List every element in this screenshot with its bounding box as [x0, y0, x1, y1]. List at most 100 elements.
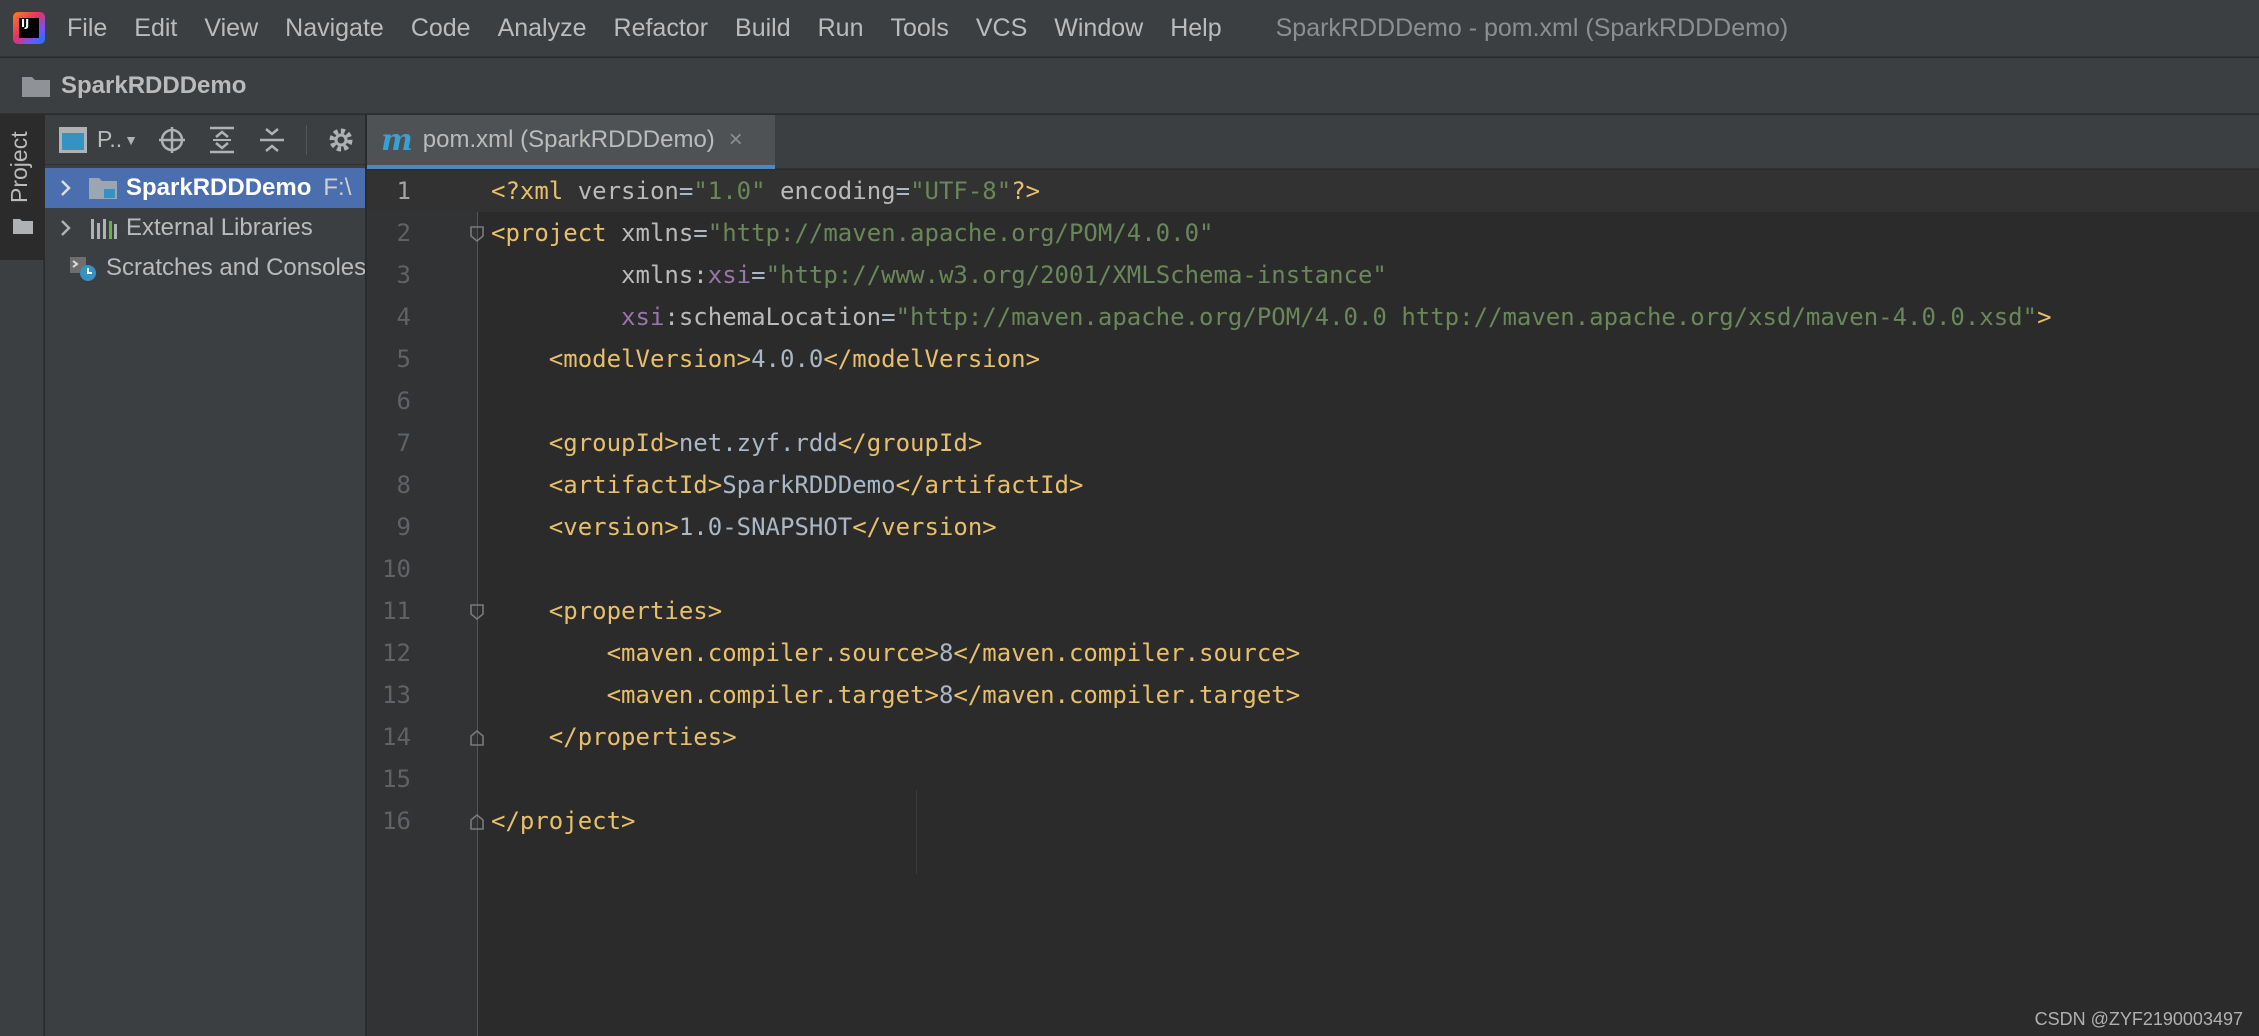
- code-token: =: [895, 177, 911, 205]
- menu-code[interactable]: Code: [411, 14, 471, 43]
- menu-window[interactable]: Window: [1054, 14, 1143, 43]
- code-token: net.zyf.rdd: [678, 429, 838, 457]
- code-text: <maven.compiler.target>8</maven.compiler…: [491, 674, 1301, 716]
- line-number: 13: [382, 681, 411, 709]
- folder-icon: [12, 217, 34, 235]
- code-text: <artifactId>SparkRDDDemo</artifactId>: [491, 464, 1084, 506]
- collapse-all-icon[interactable]: [256, 124, 288, 156]
- code-editor[interactable]: 1 <?xml version="1.0" encoding="UTF-8"?> 2…: [367, 170, 2259, 1036]
- code-text: </properties>: [491, 716, 737, 758]
- watermark: CSDN @ZYF2190003497: [2034, 1009, 2243, 1029]
- code-line[interactable]: 3 xmlns:xsi="http://www.w3.org/2001/XMLS…: [367, 254, 2259, 296]
- code-line[interactable]: 8 <artifactId>SparkRDDDemo</artifactId>: [367, 464, 2259, 506]
- code-token: =: [693, 219, 708, 247]
- code-line[interactable]: 7 <groupId>net.zyf.rdd</groupId>: [367, 422, 2259, 464]
- fold-close-icon[interactable]: [469, 813, 485, 831]
- code-line[interactable]: 10: [367, 548, 2259, 590]
- code-line[interactable]: 6: [367, 380, 2259, 422]
- code-token: "http://maven.apache.org/POM/4.0.0 http:…: [895, 303, 2038, 331]
- code-line[interactable]: 5 <modelVersion>4.0.0</modelVersion>: [367, 338, 2259, 380]
- expand-all-icon[interactable]: [206, 124, 238, 156]
- code-token: </artifactId>: [895, 471, 1084, 499]
- project-tool-tab-label: Project: [6, 131, 32, 204]
- code-token: <version>: [491, 513, 679, 541]
- project-view-icon[interactable]: [59, 126, 87, 153]
- code-token: <modelVersion>: [491, 345, 752, 373]
- fold-close-icon[interactable]: [469, 729, 485, 747]
- line-number: 4: [396, 303, 411, 331]
- code-token: 4.0.0: [751, 345, 824, 373]
- menu-analyze[interactable]: Analyze: [498, 14, 587, 43]
- tree-item-path: F:\: [323, 174, 352, 201]
- locate-file-icon[interactable]: [156, 124, 188, 156]
- gear-icon[interactable]: [325, 124, 357, 156]
- menu-refactor[interactable]: Refactor: [614, 14, 708, 43]
- module-folder-icon: [88, 175, 118, 201]
- chevron-right-icon[interactable]: [56, 219, 76, 237]
- code-token: encoding: [765, 177, 896, 205]
- fold-open-icon[interactable]: [469, 603, 485, 621]
- tree-item-label: External Libraries: [126, 214, 313, 241]
- code-token: xsi: [707, 261, 752, 289]
- line-number: 10: [382, 555, 411, 583]
- code-token: </modelVersion>: [823, 345, 1041, 373]
- chevron-down-icon[interactable]: ▼: [124, 132, 138, 148]
- code-token: <maven.compiler.target>: [491, 681, 939, 709]
- tree-item-label: SparkRDDDemo: [126, 174, 312, 201]
- code-text: <groupId>net.zyf.rdd</groupId>: [491, 422, 983, 464]
- code-token: 8: [938, 681, 954, 709]
- project-view-selector[interactable]: P..: [97, 126, 122, 153]
- line-number: 12: [382, 639, 411, 667]
- menu-tools[interactable]: Tools: [890, 14, 948, 43]
- code-token: </maven.compiler.target>: [953, 681, 1301, 709]
- line-number: 3: [396, 261, 411, 289]
- code-line[interactable]: 13 <maven.compiler.target>8</maven.compi…: [367, 674, 2259, 716]
- code-line[interactable]: 14 </properties>: [367, 716, 2259, 758]
- code-text: </project>: [491, 800, 636, 842]
- code-token: ?>: [1011, 177, 1041, 205]
- code-line[interactable]: 4 xsi:schemaLocation="http://maven.apach…: [367, 296, 2259, 338]
- menu-help[interactable]: Help: [1170, 14, 1221, 43]
- code-line[interactable]: 12 <maven.compiler.source>8</maven.compi…: [367, 632, 2259, 674]
- intellij-logo-icon[interactable]: IJ: [13, 12, 45, 44]
- code-text: xsi:schemaLocation="http://maven.apache.…: [491, 296, 2052, 338]
- indent-guide: [916, 790, 917, 874]
- code-token: </properties>: [491, 723, 737, 751]
- code-line[interactable]: 15: [367, 758, 2259, 800]
- tree-item-scratches[interactable]: Scratches and Consoles: [45, 248, 365, 288]
- tab-pom-xml[interactable]: m pom.xml (SparkRDDDemo) ×: [367, 115, 775, 169]
- toolbar-divider: [306, 124, 308, 155]
- close-icon[interactable]: ×: [729, 126, 743, 154]
- code-text: xmlns:xsi="http://www.w3.org/2001/XMLSch…: [491, 254, 1387, 296]
- menu-run[interactable]: Run: [818, 14, 864, 43]
- menu-view[interactable]: View: [204, 14, 258, 43]
- menu-navigate[interactable]: Navigate: [285, 14, 384, 43]
- chevron-right-icon[interactable]: [56, 179, 76, 197]
- line-number: 16: [382, 807, 411, 835]
- project-tree: SparkRDDDemo F:\ External Libraries Scra…: [45, 165, 365, 288]
- menu-vcs[interactable]: VCS: [976, 14, 1027, 43]
- folder-icon: [21, 74, 51, 98]
- code-token: </maven.compiler.source>: [953, 639, 1301, 667]
- menu-bar: IJ File Edit View Navigate Code Analyze …: [0, 0, 2259, 57]
- code-line[interactable]: 11 <properties>: [367, 590, 2259, 632]
- code-token: version: [577, 177, 679, 205]
- fold-open-icon[interactable]: [469, 225, 485, 243]
- code-line[interactable]: 9 <version>1.0-SNAPSHOT</version>: [367, 506, 2259, 548]
- tree-item-sparkrdddemo[interactable]: SparkRDDDemo F:\: [45, 168, 365, 208]
- project-tool-tab[interactable]: Project: [0, 115, 44, 260]
- breadcrumb-project[interactable]: SparkRDDDemo: [61, 72, 246, 100]
- menu-edit[interactable]: Edit: [134, 14, 177, 43]
- menu-build[interactable]: Build: [735, 14, 791, 43]
- line-number: 8: [396, 471, 411, 499]
- tree-item-label: Scratches and Consoles: [106, 254, 365, 281]
- library-icon: [88, 215, 118, 241]
- tree-item-external-libraries[interactable]: External Libraries: [45, 208, 365, 248]
- code-line[interactable]: 2 <project xmlns="http://maven.apache.org…: [367, 212, 2259, 254]
- code-line[interactable]: 1 <?xml version="1.0" encoding="UTF-8"?>: [367, 170, 2259, 212]
- code-line[interactable]: 16 </project>: [367, 800, 2259, 842]
- maven-file-icon: m: [381, 122, 413, 158]
- editor-tab-bar: m pom.xml (SparkRDDDemo) ×: [367, 115, 2259, 169]
- menu-file[interactable]: File: [67, 14, 107, 43]
- code-lines[interactable]: 1 <?xml version="1.0" encoding="UTF-8"?> 2…: [367, 170, 2259, 842]
